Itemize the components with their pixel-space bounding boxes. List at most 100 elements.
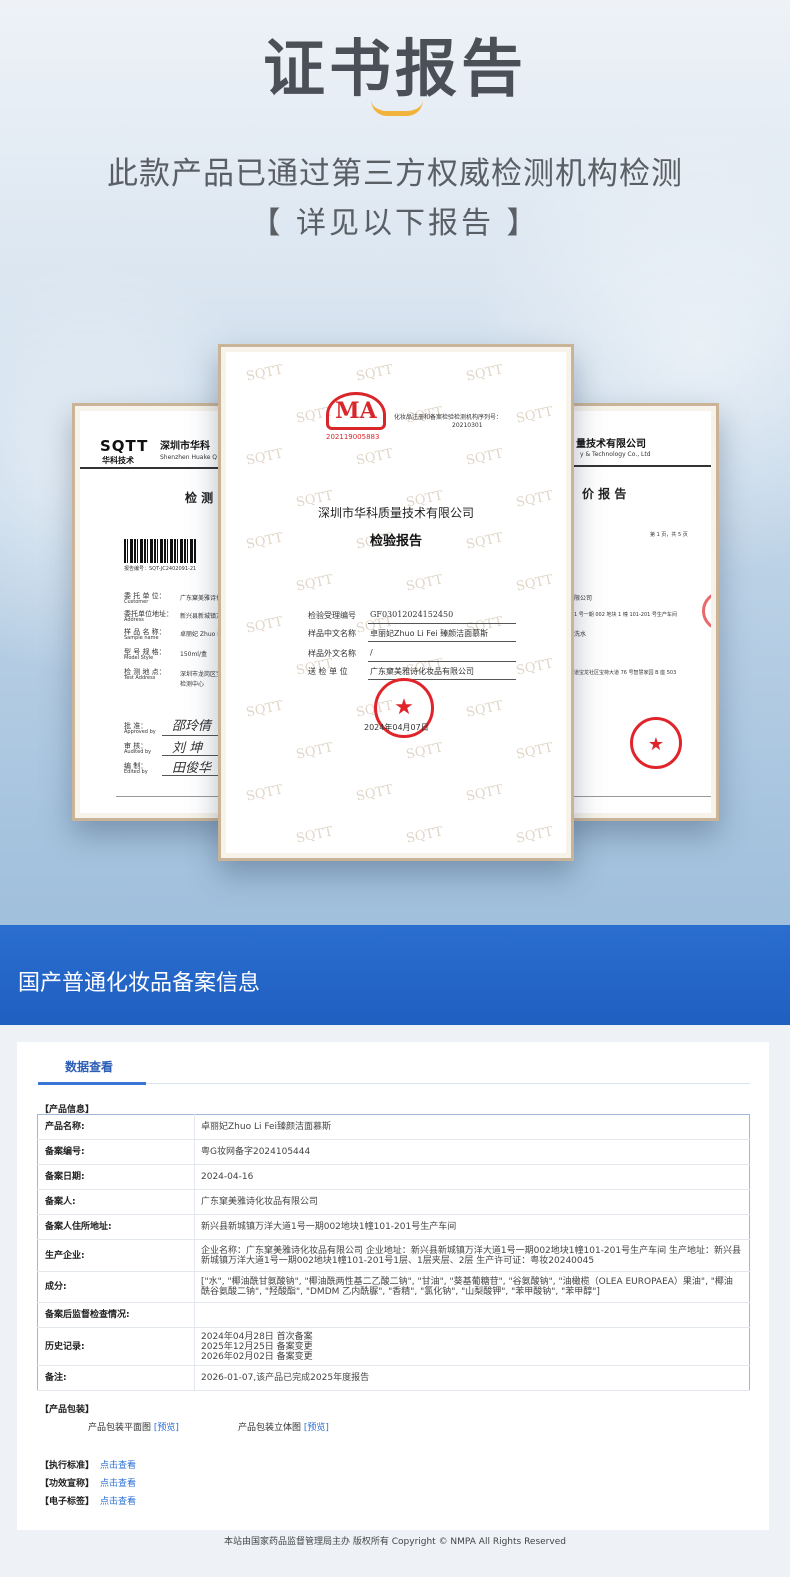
left-row-label-en: Customer: [124, 599, 149, 605]
right-certificate: 量技术有限公司 y & Technology Co., Ltd 价 报 告 第 …: [556, 403, 719, 821]
title-accent-smile: [371, 100, 423, 116]
signature: 邵玲倩: [172, 719, 212, 734]
row-value: ["水", "椰油酰甘氨酸钠", "椰油酰两性基二乙酸二钠", "甘油", "葵…: [194, 1271, 750, 1303]
section-packaging: 【产品包装】: [40, 1405, 95, 1415]
pkg-flat: 产品包装平面图 [预览]: [88, 1420, 179, 1433]
sqtt-logo-sub: 华科技术: [102, 456, 134, 465]
table-row: 备案日期: 2024-04-16: [37, 1164, 750, 1190]
watermark-text: SQTT: [354, 362, 395, 385]
standard-link[interactable]: 点击查看: [100, 1461, 136, 1471]
pkg-3d: 产品包装立体图 [预览]: [238, 1420, 329, 1433]
left-row-value: 150ml/盒: [180, 651, 207, 658]
watermark-text: SQTT: [244, 782, 285, 805]
row-key: 产品名称:: [37, 1114, 195, 1140]
row-key: 备案编号:: [37, 1139, 195, 1165]
pkg-3d-label: 产品包装立体图: [238, 1423, 302, 1433]
row-value: 卓丽妃Zhuo Li Fei臻颜洁面慕斯: [194, 1114, 750, 1140]
pkg-3d-preview-link[interactable]: [预览]: [304, 1423, 329, 1433]
copyright-footer: 本站由国家药品监督管理局主办 版权所有 Copyright © NMPA All…: [224, 1537, 566, 1547]
center-field-line: [368, 679, 516, 680]
center-field-value: /: [370, 648, 373, 657]
pkg-flat-preview-link[interactable]: [预览]: [154, 1423, 179, 1433]
watermark-text: SQTT: [514, 572, 555, 595]
center-field-label: 送 检 单 位: [308, 667, 348, 676]
hero-title: 证书报告: [262, 32, 527, 105]
right-company: 量技术有限公司: [576, 439, 646, 450]
standard-label: 【执行标准】: [40, 1461, 95, 1471]
left-row-value: 新兴县新城镇万: [180, 613, 223, 620]
table-row: 备案人: 广东窠美雅诗化妆品有限公司: [37, 1189, 750, 1215]
left-row-value: 深圳市龙岗区宝: [180, 671, 223, 678]
watermark-text: SQTT: [354, 446, 395, 469]
watermark-text: SQTT: [294, 824, 335, 847]
left-certificate: SQTT 华科技术 深圳市华科 Shenzhen Huake Q 检 测 报告编…: [72, 403, 240, 821]
e-label-link[interactable]: 点击查看: [100, 1497, 136, 1507]
watermark-text: SQTT: [514, 824, 555, 847]
hero-subtitle-bracket: 【 详见以下报告 】: [250, 206, 540, 241]
table-row: 备案人住所地址: 新兴县新城镇万洋大道1号一期002地块1幢101-201号生产车…: [37, 1214, 750, 1240]
signature: 田俊华: [172, 761, 212, 776]
left-heading: 检 测: [185, 491, 214, 505]
watermark-text: SQTT: [244, 446, 285, 469]
left-company: 深圳市华科: [160, 441, 210, 452]
table-row: 成分: ["水", "椰油酰甘氨酸钠", "椰油酰两性基二乙酸二钠", "甘油",…: [37, 1271, 750, 1303]
row-value: 2024年04月28日 首次备案 2025年12月25日 备案变更 2026年0…: [194, 1327, 750, 1366]
row-value: 2026-01-07,该产品已完成2025年度报告: [194, 1365, 750, 1391]
signature: 刘 坤: [172, 741, 203, 756]
row-value: [194, 1302, 750, 1328]
center-field-line: [368, 641, 516, 642]
tab-active-indicator: [38, 1082, 146, 1085]
table-row: 产品名称: 卓丽妃Zhuo Li Fei臻颜洁面慕斯: [37, 1114, 750, 1140]
left-test-center: 检测中心: [180, 681, 205, 688]
watermark-text: SQTT: [244, 614, 285, 637]
center-field-value: 广东窠美雅诗化妆品有限公司: [370, 667, 474, 676]
center-certificate: SQTT SQTT SQTT SQTT SQTT SQTT SQTT SQTT SQTT SQTT…: [218, 344, 574, 861]
pkg-flat-label: 产品包装平面图: [88, 1423, 152, 1433]
left-report-no: 报告编号：SQT-JC2402091-21: [124, 566, 197, 572]
e-label-row: 【电子标签】 点击查看: [40, 1494, 136, 1507]
stamp-star-icon: ★: [394, 695, 414, 720]
certificate-hero: 证书报告 此款产品已通过第三方权威检测机构检测 【 详见以下报告 】 SQTT …: [0, 0, 790, 932]
center-date: 2024年04月07日: [364, 723, 429, 732]
watermark-text: SQTT: [464, 446, 505, 469]
efficacy-label: 【功效宣称】: [40, 1479, 95, 1489]
watermark-text: SQTT: [464, 782, 505, 805]
row-value: 粤G妆网备字2024105444: [194, 1139, 750, 1165]
banner-title: 国产普通化妆品备案信息: [18, 971, 261, 996]
watermark-text: SQTT: [514, 656, 555, 679]
left-header-rule: [80, 467, 232, 469]
left-row-label-en: Address: [124, 617, 144, 623]
center-field-value: 卓丽妃Zhuo Li Fei 臻颜洁面慕斯: [370, 629, 489, 638]
watermark-text: SQTT: [244, 698, 285, 721]
right-company-en: y & Technology Co., Ltd: [580, 451, 651, 458]
efficacy-link[interactable]: 点击查看: [100, 1479, 136, 1489]
center-field-value: GF03012024152450: [370, 610, 454, 619]
watermark-text: SQTT: [514, 740, 555, 763]
left-company-en: Shenzhen Huake Q: [160, 454, 218, 461]
center-field-line: [368, 623, 516, 624]
signer-label-en: Edited by: [124, 769, 148, 775]
row-value: 2024-04-16: [194, 1164, 750, 1190]
right-edge-stamp: [702, 591, 711, 631]
center-field-label: 样品外文名称: [308, 649, 356, 658]
row-value: 新兴县新城镇万洋大道1号一期002地块1幢101-201号生产车间: [194, 1214, 750, 1240]
tab-data-view[interactable]: 数据查看: [65, 1058, 113, 1075]
product-info-table: 产品名称: 卓丽妃Zhuo Li Fei臻颜洁面慕斯 备案编号: 粤G妆网备字202…: [37, 1114, 750, 1391]
row-key: 备案人住所地址:: [37, 1214, 195, 1240]
watermark-text: SQTT: [464, 362, 505, 385]
signer-label-en: Audited by: [124, 749, 152, 755]
cma-logo: MA: [326, 392, 386, 430]
watermark-text: SQTT: [404, 572, 445, 595]
table-row: 备案编号: 粤G妆网备字2024105444: [37, 1139, 750, 1165]
watermark-text: SQTT: [514, 404, 555, 427]
left-row-value: 广东窠美雅诗化: [180, 595, 223, 602]
left-footer-rule: [116, 796, 232, 797]
standard-row: 【执行标准】 点击查看: [40, 1458, 136, 1471]
filing-info-banner: 国产普通化妆品备案信息: [0, 925, 790, 1025]
right-footer-rule: [574, 796, 711, 797]
row-key: 历史记录:: [37, 1327, 195, 1366]
right-page-number: 第 1 页，共 5 页: [650, 532, 688, 538]
table-row: 历史记录: 2024年04月28日 首次备案 2025年12月25日 备案变更 2…: [37, 1327, 750, 1366]
approval-no: 20210301: [452, 422, 483, 429]
barcode: [124, 539, 196, 563]
